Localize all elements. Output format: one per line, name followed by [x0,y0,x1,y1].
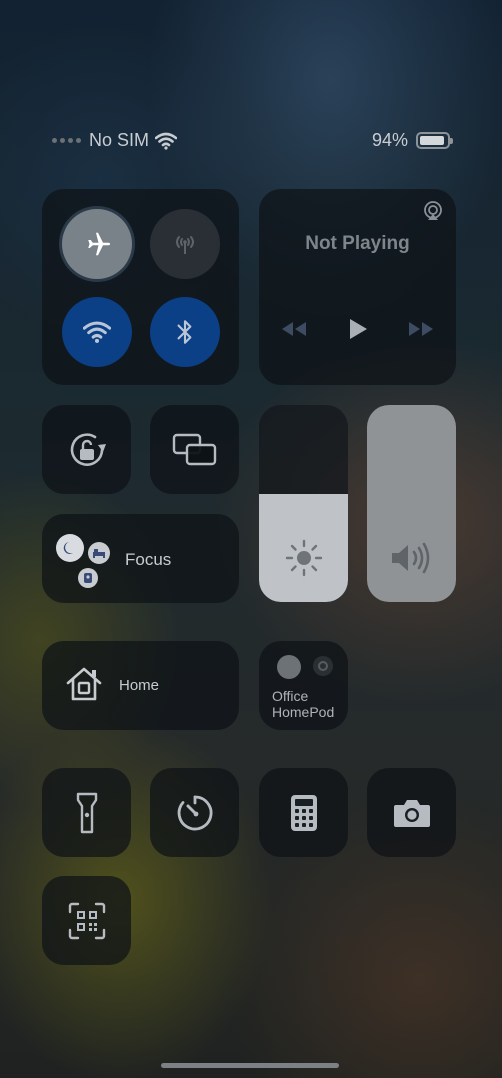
home-indicator[interactable] [161,1063,339,1068]
screen-mirroring-button[interactable] [150,405,239,494]
previous-track-icon[interactable] [279,320,309,338]
homepod-label-line2: HomePod [272,704,335,720]
cellular-data-button[interactable] [150,209,220,279]
homepod-icon [277,655,301,679]
home-label: Home [119,677,160,694]
homepod-label-line1: Office [272,688,309,704]
flashlight-button[interactable] [42,768,131,857]
house-icon [66,667,102,701]
now-playing-module[interactable]: Not Playing [259,189,456,385]
airplane-mode-button[interactable] [62,209,132,279]
qr-scanner-button[interactable] [42,876,131,965]
camera-icon [393,799,430,827]
status-bar-left: No SIM [52,130,178,151]
speaker-volume-icon [391,542,429,574]
bluetooth-icon [177,320,192,344]
homepod-label: Office HomePod [272,688,334,720]
next-track-icon[interactable] [406,320,436,338]
camera-button[interactable] [367,768,456,857]
signal-dots-icon [52,138,81,143]
play-icon[interactable] [347,317,369,341]
screen-mirroring-icon [172,433,216,465]
orientation-lock-button[interactable] [42,405,131,494]
wifi-icon [83,321,111,343]
status-bar-right: 94% [371,130,453,151]
bed-icon [88,542,110,564]
flashlight-icon [76,792,97,833]
wifi-status-icon [155,132,178,150]
battery-icon [416,132,453,149]
focus-label: Focus [125,550,172,569]
brightness-slider[interactable] [259,405,348,602]
moon-icon [56,534,84,562]
focus-icon-cluster [54,534,114,590]
volume-slider[interactable] [367,405,456,602]
now-playing-title: Not Playing [305,233,410,254]
cellular-antenna-icon [176,236,194,254]
homepod-button[interactable]: Office HomePod [259,641,348,730]
homepod-status-icon [313,656,333,676]
connectivity-module [42,189,239,385]
media-controls [279,317,436,341]
airplane-icon [88,232,111,256]
wifi-button[interactable] [62,297,132,367]
calculator-icon [290,794,317,831]
home-button[interactable]: Home [42,641,239,730]
sun-icon [285,539,322,577]
battery-percent: 94% [371,130,408,150]
airplay-icon[interactable] [422,200,444,222]
carrier-label: No SIM [89,130,150,150]
rotation-lock-icon [70,432,106,466]
qr-code-icon [68,902,105,939]
timer-button[interactable] [150,768,239,857]
bluetooth-button[interactable] [150,297,220,367]
timer-icon [177,795,212,830]
focus-button[interactable]: Focus [42,514,239,603]
calculator-button[interactable] [259,768,348,857]
badge-icon [78,568,98,588]
